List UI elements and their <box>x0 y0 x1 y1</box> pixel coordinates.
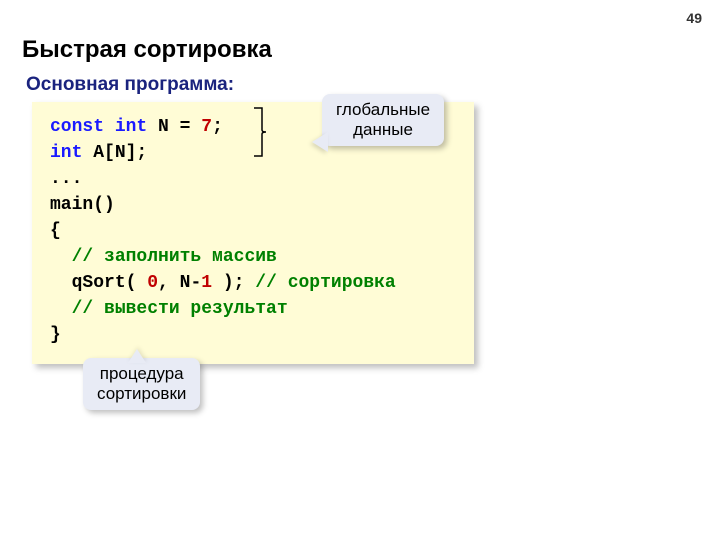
code-text: ); <box>212 273 255 293</box>
code-text: { <box>50 221 61 241</box>
page-number: 49 <box>686 10 702 26</box>
code-indent <box>50 299 72 319</box>
slide-title: Быстрая сортировка <box>22 36 272 64</box>
code-indent <box>50 247 72 267</box>
code-text: , N- <box>158 273 201 293</box>
code-comment: // заполнить массив <box>72 247 277 267</box>
code-text: main() <box>50 195 115 215</box>
code-number: 7 <box>201 117 212 137</box>
code-comment: // сортировка <box>255 273 395 293</box>
code-keyword: int <box>115 117 147 137</box>
code-text: N <box>158 117 169 137</box>
slide-subtitle: Основная программа: <box>26 74 234 96</box>
callout-sort-procedure: процедурасортировки <box>83 358 200 410</box>
code-text: } <box>50 325 61 345</box>
code-indent <box>50 273 72 293</box>
code-text: ... <box>50 169 82 189</box>
code-keyword: const <box>50 117 104 137</box>
code-text: qSort( <box>72 273 148 293</box>
code-keyword: int <box>50 143 82 163</box>
callout-global-data: глобальныеданные <box>322 94 444 146</box>
code-number: 0 <box>147 273 158 293</box>
code-text: ; <box>212 117 223 137</box>
code-text: A[N]; <box>93 143 147 163</box>
code-text: = <box>180 117 191 137</box>
code-comment: // вывести результат <box>72 299 288 319</box>
code-number: 1 <box>201 273 212 293</box>
